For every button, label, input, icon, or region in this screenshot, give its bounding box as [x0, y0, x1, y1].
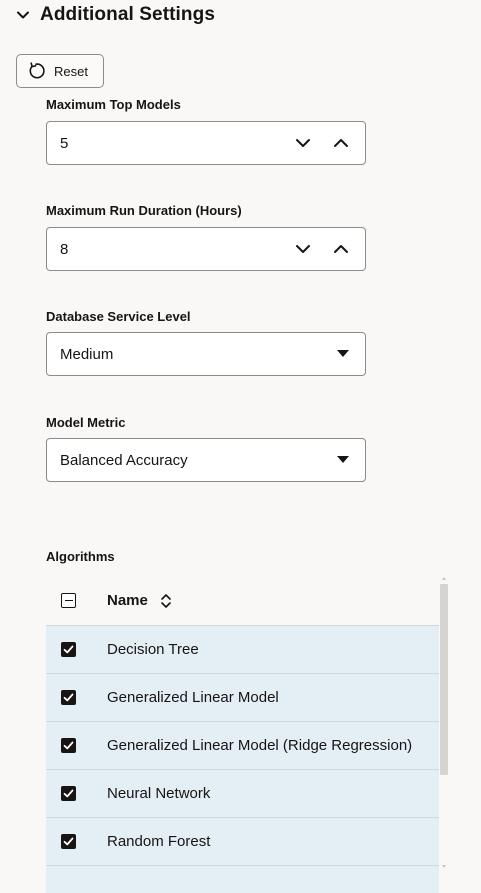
- name-column-header[interactable]: Name: [107, 592, 172, 609]
- section-title: Additional Settings: [40, 4, 216, 25]
- caret-down-icon: [337, 456, 349, 463]
- row-name: Decision Tree: [107, 641, 199, 658]
- table-row[interactable]: Generalized Linear Model: [46, 674, 439, 722]
- reset-button[interactable]: Reset: [16, 54, 104, 88]
- max-top-models-value: 5: [60, 134, 69, 152]
- chevron-down-icon[interactable]: [293, 133, 313, 153]
- service-level-select[interactable]: Medium: [46, 332, 366, 376]
- row-checkbox[interactable]: [61, 786, 76, 801]
- table-scrollbar[interactable]: [440, 576, 448, 876]
- max-top-models-label: Maximum Top Models: [46, 97, 181, 112]
- algorithms-label: Algorithms: [46, 549, 115, 564]
- caret-down-icon: [337, 350, 349, 357]
- row-checkbox-cell: [46, 834, 107, 849]
- row-checkbox[interactable]: [61, 690, 76, 705]
- row-checkbox-cell: [46, 786, 107, 801]
- scroll-up-arrow[interactable]: [442, 577, 446, 580]
- check-icon: [63, 693, 74, 702]
- max-run-duration-stepper: [293, 239, 365, 259]
- algorithms-table: Name Decision Tree Generalized Linear Mo…: [46, 576, 439, 893]
- table-row[interactable]: Neural Network: [46, 770, 439, 818]
- reset-icon: [29, 62, 45, 79]
- model-metric-label: Model Metric: [46, 415, 126, 430]
- service-level-value: Medium: [60, 345, 114, 363]
- table-row[interactable]: [46, 866, 439, 893]
- row-checkbox[interactable]: [61, 738, 76, 753]
- check-icon: [63, 645, 74, 654]
- scroll-down-arrow[interactable]: [442, 865, 446, 868]
- check-icon: [63, 741, 74, 750]
- sort-icon[interactable]: [160, 593, 172, 609]
- max-run-duration-input[interactable]: 8: [46, 227, 366, 271]
- row-name: Neural Network: [107, 785, 211, 802]
- table-row[interactable]: Generalized Linear Model (Ridge Regressi…: [46, 722, 439, 770]
- max-run-duration-value: 8: [60, 240, 69, 258]
- check-icon: [63, 789, 74, 798]
- row-checkbox-cell: [46, 738, 107, 753]
- chevron-down-icon: [17, 11, 29, 19]
- table-row[interactable]: Decision Tree: [46, 626, 439, 674]
- service-level-label: Database Service Level: [46, 309, 191, 324]
- table-row[interactable]: Random Forest: [46, 818, 439, 866]
- scrollbar-thumb[interactable]: [440, 584, 448, 775]
- max-top-models-stepper: [293, 133, 365, 153]
- max-top-models-input[interactable]: 5: [46, 121, 366, 165]
- name-column-label: Name: [107, 592, 148, 609]
- max-run-duration-label: Maximum Run Duration (Hours): [46, 203, 242, 218]
- row-name: Random Forest: [107, 833, 211, 850]
- select-all-cell: [46, 593, 107, 608]
- chevron-up-icon[interactable]: [331, 239, 351, 259]
- chevron-down-icon[interactable]: [293, 239, 313, 259]
- row-checkbox[interactable]: [61, 834, 76, 849]
- check-icon: [63, 837, 74, 846]
- row-checkbox[interactable]: [61, 642, 76, 657]
- model-metric-select[interactable]: Balanced Accuracy: [46, 438, 366, 482]
- select-all-checkbox[interactable]: [61, 593, 76, 608]
- model-metric-value: Balanced Accuracy: [60, 451, 188, 469]
- row-checkbox-cell: [46, 642, 107, 657]
- row-name: Generalized Linear Model (Ridge Regressi…: [107, 737, 413, 754]
- row-checkbox-cell: [46, 690, 107, 705]
- row-name: Generalized Linear Model: [107, 689, 279, 706]
- table-header: Name: [46, 576, 439, 626]
- reset-button-label: Reset: [54, 63, 88, 79]
- chevron-up-icon[interactable]: [331, 133, 351, 153]
- section-header[interactable]: Additional Settings: [16, 2, 215, 28]
